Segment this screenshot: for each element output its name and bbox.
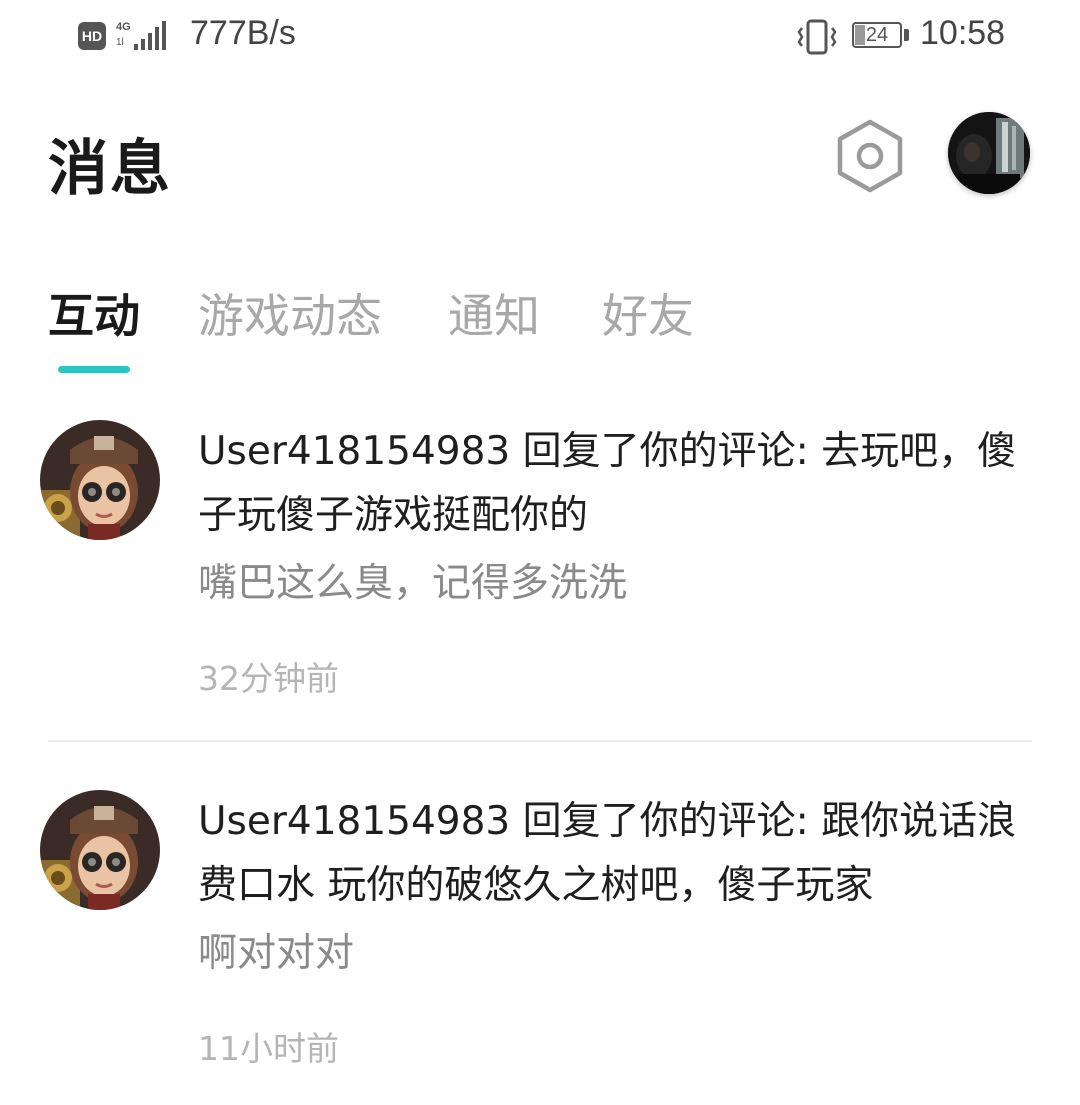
message-avatar[interactable] bbox=[40, 790, 160, 910]
network-type-label: 4G bbox=[116, 21, 131, 33]
avatar-image bbox=[948, 112, 1030, 194]
tab-game-updates[interactable]: 游戏动态 bbox=[198, 280, 382, 346]
profile-avatar[interactable] bbox=[948, 112, 1030, 194]
svg-text:1l: 1l bbox=[116, 37, 124, 48]
tab-friends[interactable]: 好友 bbox=[602, 280, 694, 346]
message-reply-text: 啊对对对 bbox=[198, 931, 355, 976]
tab-notifications[interactable]: 通知 bbox=[448, 280, 540, 346]
page-title: 消息 bbox=[48, 134, 172, 204]
character-avatar-image bbox=[40, 420, 160, 540]
hd-voice-badge: HD bbox=[78, 22, 106, 50]
network-speed: 777B/s bbox=[190, 14, 296, 52]
message-timestamp: 11小时前 bbox=[198, 1029, 339, 1068]
list-divider bbox=[48, 740, 1032, 742]
settings-button[interactable] bbox=[832, 118, 908, 194]
message-title[interactable]: User418154983 回复了你的评论: 跟你说话浪费口水 玩你的破悠久之树… bbox=[198, 790, 1048, 918]
tab-interaction[interactable]: 互动 bbox=[48, 280, 140, 346]
message-avatar[interactable] bbox=[40, 420, 160, 540]
message-reply-text: 嘴巴这么臭，记得多洗洗 bbox=[198, 561, 628, 606]
message-timestamp: 32分钟前 bbox=[198, 659, 339, 698]
battery-level: 24 bbox=[865, 24, 889, 46]
active-tab-indicator bbox=[58, 366, 130, 373]
battery-tip bbox=[904, 29, 909, 41]
status-clock: 10:58 bbox=[920, 14, 1006, 52]
battery-indicator: 24 bbox=[852, 22, 910, 52]
character-avatar-image bbox=[40, 790, 160, 910]
tab-bar: 互动 游戏动态 通知 好友 bbox=[0, 270, 1080, 380]
settings-hexagon-icon bbox=[837, 119, 903, 193]
message-title[interactable]: User418154983 回复了你的评论: 去玩吧，傻子玩傻子游戏挺配你的 bbox=[198, 420, 1048, 548]
vibrate-icon bbox=[797, 19, 837, 55]
status-bar: HD 4G 1l 777B/s 24 10:58 bbox=[0, 0, 1080, 76]
signal-strength-icon: 4G 1l bbox=[116, 21, 166, 50]
